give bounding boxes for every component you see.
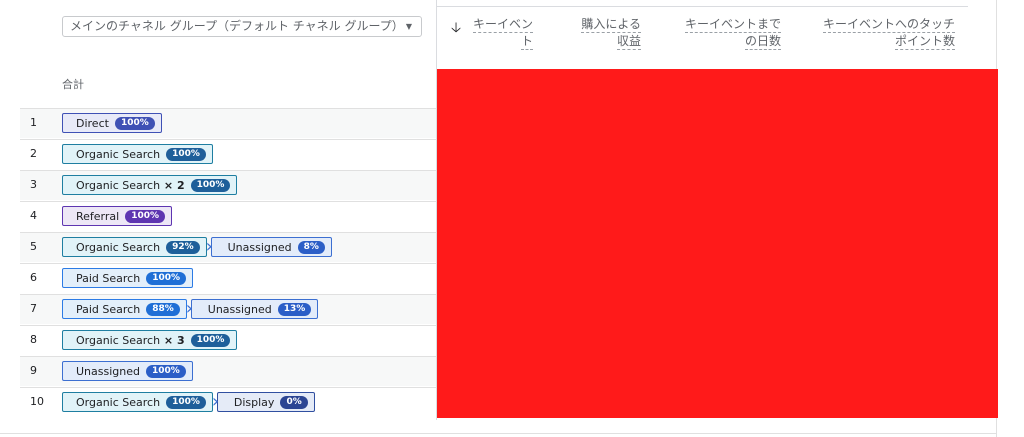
table-row: 6 Paid Search 100% — [20, 263, 436, 293]
metric-header-line1: キーイベン — [472, 17, 533, 33]
channel-label: Paid Search — [76, 271, 141, 285]
metric-header-days-to-key-event[interactable]: キーイベントまで の日数 — [673, 16, 781, 50]
table-row: 4 Referral 100% — [20, 201, 436, 231]
channel-label: Direct — [76, 116, 109, 130]
percent-badge: 100% — [190, 178, 231, 192]
path-segments: Direct 100% — [62, 113, 162, 133]
table-row: 5 Organic Search 92% › Unassigned 8% — [20, 232, 436, 262]
metric-header-line2: ポイント数 — [894, 34, 955, 50]
table-row: 2 Organic Search 100% — [20, 139, 436, 169]
channel-label: Unassigned — [76, 364, 140, 378]
channel-label: Organic Search — [76, 240, 161, 254]
channel-label: Organic Search — [76, 147, 161, 161]
path-segments: Referral 100% — [62, 206, 173, 226]
channel-label: Unassigned — [227, 240, 292, 254]
channel-label: Referral — [76, 209, 120, 223]
channel-chip-referral[interactable]: Referral 100% — [62, 206, 173, 226]
channel-label: Organic Search — [76, 395, 161, 409]
channel-label: Unassigned — [207, 302, 272, 316]
row-index: 10 — [30, 395, 44, 408]
path-segments: Organic Search × 3 100% — [62, 330, 238, 350]
row-index: 6 — [30, 271, 37, 284]
channel-label: Organic Search — [76, 333, 161, 347]
channel-chip-unassigned[interactable]: › Unassigned 8% — [206, 237, 332, 257]
metric-header-touchpoints[interactable]: キーイベントへのタッチ ポイント数 — [809, 16, 955, 50]
channel-label: Display — [233, 395, 275, 409]
channel-chip-organic[interactable]: Organic Search × 2 100% — [62, 175, 238, 195]
metric-header-line1: キーイベントへのタッチ — [822, 17, 955, 33]
repeat-count: × 3 — [160, 333, 185, 347]
percent-badge: 100% — [114, 116, 155, 130]
total-label: 合計 — [62, 78, 84, 91]
redacted-metrics-area — [437, 69, 998, 418]
table-row: 7 Paid Search 88% › Unassigned 13% — [20, 294, 436, 324]
table-row: 9 Unassigned 100% — [20, 356, 436, 386]
channel-chip-unassigned[interactable]: Unassigned 100% — [62, 361, 193, 381]
metric-header-line1: キーイベントまで — [684, 17, 781, 33]
path-segments: Unassigned 100% — [62, 361, 193, 381]
percent-badge: 100% — [166, 147, 206, 161]
arrow-down-icon[interactable]: 🡣 — [451, 17, 461, 41]
channel-chip-display[interactable]: › Display 0% — [212, 392, 315, 412]
metric-header-key-events[interactable]: キーイベン ト — [469, 16, 533, 50]
percent-badge: 100% — [125, 209, 166, 223]
row-index: 3 — [30, 178, 37, 191]
dimension-select[interactable]: メインのチャネル グループ（デフォルト チャネル グループ） ▼ — [62, 16, 422, 37]
channel-chip-paid[interactable]: Paid Search 100% — [62, 268, 194, 288]
channel-label: Paid Search — [76, 302, 141, 316]
percent-badge: 92% — [166, 240, 200, 254]
path-segments: Organic Search 100% — [62, 144, 213, 164]
channel-chip-direct[interactable]: Direct 100% — [62, 113, 162, 133]
percent-badge: 100% — [146, 364, 186, 378]
row-index: 4 — [30, 209, 37, 222]
repeat-count: × 2 — [160, 178, 185, 192]
channel-chip-unassigned[interactable]: › Unassigned 13% — [186, 299, 319, 319]
channel-chip-organic[interactable]: Organic Search 100% — [62, 144, 213, 164]
chevron-right-icon: › — [205, 236, 213, 257]
percent-badge: 8% — [297, 240, 325, 254]
channel-chip-organic[interactable]: Organic Search 92% — [62, 237, 207, 257]
channel-chip-organic[interactable]: Organic Search 100% — [62, 392, 213, 412]
metric-header-line1: 購入による — [581, 17, 641, 33]
percent-badge: 0% — [280, 395, 308, 409]
chevron-right-icon: › — [185, 298, 193, 319]
path-segments: Organic Search × 2 100% — [62, 175, 238, 195]
channel-label: Organic Search — [76, 178, 161, 192]
path-segments: Organic Search 92% › Unassigned 8% — [62, 237, 332, 257]
metric-header-line2: ト — [520, 34, 533, 50]
percent-badge: 13% — [277, 302, 312, 316]
frame-bottom-border — [0, 433, 997, 434]
dimension-select-value: メインのチャネル グループ（デフォルト チャネル グループ） — [70, 19, 404, 33]
channel-chip-organic[interactable]: Organic Search × 3 100% — [62, 330, 238, 350]
table-row: 1 Direct 100% — [20, 108, 436, 138]
percent-badge: 100% — [146, 271, 187, 285]
chevron-right-icon: › — [211, 391, 220, 412]
row-index: 9 — [30, 364, 37, 377]
percent-badge: 88% — [146, 302, 180, 316]
table-row: 10 Organic Search 100% › Display 0% — [20, 387, 436, 417]
metric-header-purchase-revenue[interactable]: 購入による 収益 — [563, 16, 641, 50]
path-segments: Paid Search 100% — [62, 268, 194, 288]
table-row: 8 Organic Search × 3 100% — [20, 325, 436, 355]
row-index: 2 — [30, 147, 37, 160]
table-row: 3 Organic Search × 2 100% — [20, 170, 436, 200]
percent-badge: 100% — [190, 333, 231, 347]
path-segments: Paid Search 88% › Unassigned 13% — [62, 299, 319, 319]
metric-headers: 🡣 キーイベン ト 購入による 収益 キーイベントまで の日数 キーイベントへの… — [437, 7, 968, 67]
percent-badge: 100% — [166, 395, 206, 409]
row-index: 7 — [30, 302, 37, 315]
row-index: 8 — [30, 333, 37, 346]
metric-header-line2: 収益 — [616, 34, 641, 50]
metric-header-line2: の日数 — [744, 34, 781, 50]
row-index: 1 — [30, 116, 37, 129]
channel-chip-paid[interactable]: Paid Search 88% — [62, 299, 187, 319]
caret-down-icon: ▼ — [405, 22, 412, 31]
row-index: 5 — [30, 240, 37, 253]
path-segments: Organic Search 100% › Display 0% — [62, 392, 315, 412]
